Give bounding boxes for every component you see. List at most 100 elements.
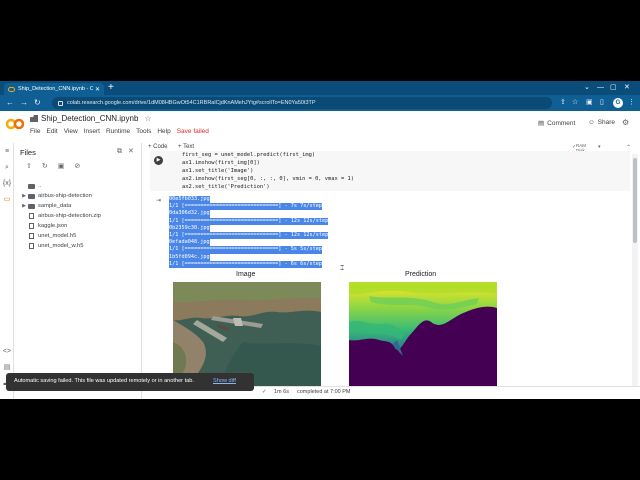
- settings-gear-icon[interactable]: ⚙: [622, 118, 629, 127]
- command-palette-icon[interactable]: ▤: [2, 363, 12, 373]
- tree-item-label: airbus-ship-detection: [38, 193, 92, 199]
- refresh-icon[interactable]: ↻: [42, 162, 48, 170]
- menu-runtime[interactable]: Runtime: [106, 128, 130, 135]
- star-icon[interactable]: ☆: [144, 114, 151, 123]
- output-line: 1/1 [==============================] - 1…: [169, 232, 329, 240]
- mount-drive-icon[interactable]: ▣: [58, 162, 65, 170]
- left-rail: ≡ ⌕ {x} ▭ <> ▤ ▬: [0, 143, 14, 399]
- output-line: 1/1 [==============================] - 1…: [169, 217, 329, 225]
- forward-button[interactable]: →: [20, 97, 28, 109]
- menu-tools[interactable]: Tools: [136, 128, 151, 135]
- menu-insert[interactable]: Insert: [84, 128, 100, 135]
- folder-icon: [28, 183, 35, 189]
- url-bar[interactable]: colab.research.google.com/drive/1dM08HBG…: [52, 97, 552, 109]
- output-line: 0b2359c30.jpg: [169, 224, 210, 233]
- tree-file-zip[interactable]: airbus-ship-detection.zip: [20, 211, 138, 221]
- bookmark-star-icon[interactable]: ☆: [572, 98, 578, 108]
- output-line: 00e5fb033.jpg: [169, 196, 210, 204]
- files-panel: Files ⧉ ✕ ⇧ ↻ ▣ ⊘ .. ▶ airbus-ship-detec…: [14, 143, 142, 399]
- output-line: 1b5fd094c.jpg: [169, 253, 210, 261]
- share-button[interactable]: ☺ Share: [588, 119, 615, 126]
- menu-edit[interactable]: Edit: [46, 128, 57, 135]
- drive-folder-icon: [30, 115, 38, 122]
- comment-label: Comment: [547, 119, 576, 127]
- maximize-button[interactable]: ▢: [610, 82, 617, 94]
- collapse-toolbar-icon[interactable]: ⌃: [626, 144, 631, 151]
- output-log[interactable]: 00e5fb033.jpg 1/1 [=====================…: [169, 196, 329, 269]
- save-status[interactable]: Save failed: [177, 128, 209, 135]
- files-folder-icon[interactable]: ▭: [2, 195, 12, 205]
- add-code-button[interactable]: + Code: [148, 144, 168, 150]
- close-window-button[interactable]: ✕: [624, 82, 630, 94]
- new-tab-button[interactable]: +: [108, 82, 114, 94]
- back-button[interactable]: ←: [6, 97, 14, 109]
- tree-item-label: unet_model.h5: [38, 233, 77, 239]
- hide-files-icon[interactable]: ⊘: [74, 162, 80, 170]
- code-editor[interactable]: first_seg = unet_model.predict(first_img…: [182, 151, 354, 191]
- menu-file[interactable]: File: [30, 128, 40, 135]
- file-icon: [29, 213, 34, 219]
- minimize-button[interactable]: —: [597, 82, 604, 94]
- browser-menu-icon[interactable]: ⋮: [628, 98, 635, 108]
- tree-folder-sample-data[interactable]: ▶ sample_data: [20, 201, 138, 211]
- files-toolbar: ⇧ ↻ ▣ ⊘: [26, 162, 80, 170]
- figure-title-image: Image: [236, 271, 256, 278]
- tab-close-icon[interactable]: ✕: [95, 86, 100, 93]
- show-diff-button[interactable]: Show diff: [213, 378, 236, 384]
- output-line: 1/1 [==============================] - 6…: [169, 260, 323, 269]
- comment-button[interactable]: ▤ Comment: [538, 119, 576, 128]
- output-line: 1/1 [==============================] - 7…: [169, 203, 323, 211]
- share-label: Share: [597, 119, 615, 126]
- resources-dropdown-icon[interactable]: ▾: [598, 144, 601, 150]
- tree-file-unet-model-w[interactable]: unet_model_w.h5: [20, 241, 138, 251]
- profile-avatar[interactable]: G: [613, 98, 623, 108]
- tree-item-label: kaggle.json: [38, 223, 68, 229]
- save-failed-toast: Automatic saving failed. This file was u…: [6, 373, 254, 391]
- colab-logo-icon[interactable]: [6, 117, 24, 131]
- code-line: ax2.imshow(first_seg[0, :, :, 0], vmin =…: [182, 176, 355, 182]
- tree-item-label: unet_model_w.h5: [38, 243, 84, 249]
- upload-file-icon[interactable]: ⇧: [26, 162, 32, 170]
- sidebar-icon[interactable]: ▯: [600, 98, 604, 108]
- notebook-title[interactable]: Ship_Detection_CNN.ipynb: [41, 114, 138, 123]
- file-icon: [29, 223, 34, 229]
- extensions-icon[interactable]: ▣: [586, 98, 593, 108]
- expand-arrow-icon[interactable]: ▶: [20, 203, 28, 209]
- file-tree: .. ▶ airbus-ship-detection ▶ sample_data…: [20, 181, 138, 251]
- tree-file-unet-model[interactable]: unet_model.h5: [20, 231, 138, 241]
- prediction-heatmap: [349, 282, 497, 392]
- text-cursor-icon: ⌶: [340, 265, 345, 272]
- add-text-button[interactable]: + Text: [178, 144, 194, 150]
- search-icon[interactable]: ⌕: [2, 163, 12, 173]
- browser-tab[interactable]: Ship_Detection_CNN.ipynb - Colab ✕: [4, 83, 104, 95]
- menu-bar: File Edit View Insert Runtime Tools Help…: [30, 128, 209, 135]
- notebook-scrollbar[interactable]: [632, 154, 638, 399]
- status-check-icon: ✓: [262, 389, 267, 395]
- menu-help[interactable]: Help: [157, 128, 170, 135]
- expand-arrow-icon[interactable]: ▶: [20, 193, 28, 199]
- tree-folder-airbus-ship-detection[interactable]: ▶ airbus-ship-detection: [20, 191, 138, 201]
- tab-search-icon[interactable]: ⌄: [584, 82, 590, 94]
- status-elapsed: 1m 6s: [274, 389, 289, 395]
- code-snippets-icon[interactable]: <>: [2, 347, 12, 357]
- menu-view[interactable]: View: [64, 128, 78, 135]
- tree-item-label: sample_data: [38, 203, 72, 209]
- scrollbar-thumb[interactable]: [633, 158, 637, 243]
- lock-icon: [58, 100, 63, 106]
- tree-item-label: airbus-ship-detection.zip: [38, 213, 101, 219]
- output-menu-icon[interactable]: ⇥: [156, 197, 161, 204]
- reload-button[interactable]: ↻: [34, 97, 41, 109]
- cell-output: ⇥ 00e5fb033.jpg 1/1 [===================…: [150, 193, 630, 399]
- share-page-icon[interactable]: ⇪: [560, 98, 566, 108]
- variables-icon[interactable]: {x}: [2, 179, 12, 189]
- url-text: colab.research.google.com/drive/1dM08HBG…: [67, 100, 316, 106]
- menu-hamburger-icon[interactable]: ≡: [2, 147, 12, 157]
- code-cell[interactable]: ▶ first_seg = unet_model.predict(first_i…: [150, 151, 630, 191]
- close-panel-icon[interactable]: ✕: [128, 148, 134, 155]
- folder-icon: [28, 193, 35, 199]
- tree-parent-dir[interactable]: ..: [20, 181, 138, 191]
- new-window-icon[interactable]: ⧉: [117, 148, 122, 155]
- file-icon: [29, 243, 34, 249]
- tree-file-kaggle-json[interactable]: kaggle.json: [20, 221, 138, 231]
- run-cell-button[interactable]: ▶: [154, 156, 163, 165]
